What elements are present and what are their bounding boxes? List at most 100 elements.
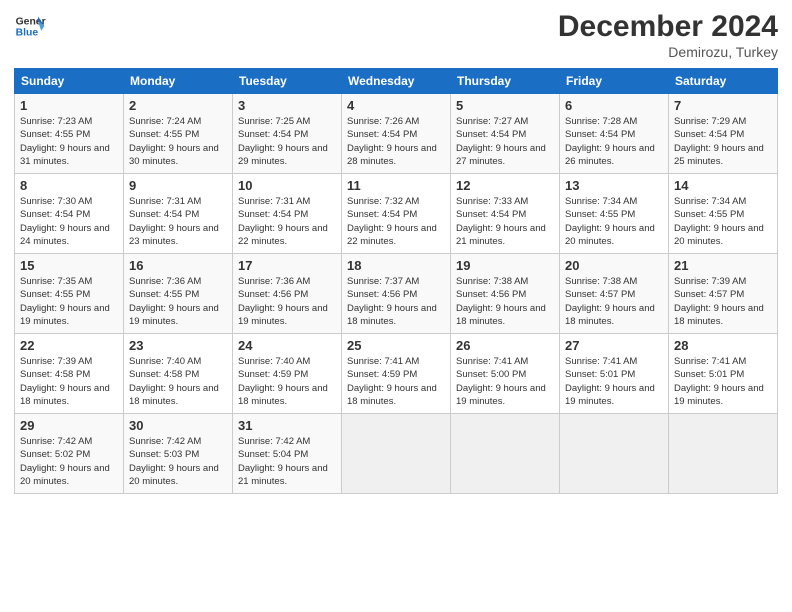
- table-row: 27 Sunrise: 7:41 AM Sunset: 5:01 PM Dayl…: [560, 334, 669, 414]
- table-row: 6 Sunrise: 7:28 AM Sunset: 4:54 PM Dayli…: [560, 94, 669, 174]
- day-number: 5: [456, 98, 554, 113]
- day-info: Sunrise: 7:34 AM Sunset: 4:55 PM Dayligh…: [565, 195, 663, 248]
- day-number: 22: [20, 338, 118, 353]
- day-info: Sunrise: 7:41 AM Sunset: 5:01 PM Dayligh…: [674, 355, 772, 408]
- day-info: Sunrise: 7:26 AM Sunset: 4:54 PM Dayligh…: [347, 115, 445, 168]
- table-row: 20 Sunrise: 7:38 AM Sunset: 4:57 PM Dayl…: [560, 254, 669, 334]
- day-info: Sunrise: 7:40 AM Sunset: 4:58 PM Dayligh…: [129, 355, 227, 408]
- table-row: 15 Sunrise: 7:35 AM Sunset: 4:55 PM Dayl…: [15, 254, 124, 334]
- col-friday: Friday: [560, 69, 669, 94]
- col-wednesday: Wednesday: [342, 69, 451, 94]
- day-info: Sunrise: 7:34 AM Sunset: 4:55 PM Dayligh…: [674, 195, 772, 248]
- logo: General Blue: [14, 10, 46, 42]
- calendar-week-row: 8 Sunrise: 7:30 AM Sunset: 4:54 PM Dayli…: [15, 174, 778, 254]
- day-number: 16: [129, 258, 227, 273]
- day-number: 27: [565, 338, 663, 353]
- day-number: 18: [347, 258, 445, 273]
- table-row: 3 Sunrise: 7:25 AM Sunset: 4:54 PM Dayli…: [233, 94, 342, 174]
- day-number: 29: [20, 418, 118, 433]
- month-title: December 2024: [558, 10, 778, 44]
- table-row: 17 Sunrise: 7:36 AM Sunset: 4:56 PM Dayl…: [233, 254, 342, 334]
- col-sunday: Sunday: [15, 69, 124, 94]
- day-info: Sunrise: 7:38 AM Sunset: 4:56 PM Dayligh…: [456, 275, 554, 328]
- day-info: Sunrise: 7:35 AM Sunset: 4:55 PM Dayligh…: [20, 275, 118, 328]
- table-row: 25 Sunrise: 7:41 AM Sunset: 4:59 PM Dayl…: [342, 334, 451, 414]
- day-number: 1: [20, 98, 118, 113]
- day-number: 7: [674, 98, 772, 113]
- day-number: 28: [674, 338, 772, 353]
- day-number: 10: [238, 178, 336, 193]
- calendar-table: Sunday Monday Tuesday Wednesday Thursday…: [14, 68, 778, 494]
- svg-text:Blue: Blue: [16, 28, 39, 39]
- day-info: Sunrise: 7:27 AM Sunset: 4:54 PM Dayligh…: [456, 115, 554, 168]
- day-number: 21: [674, 258, 772, 273]
- day-number: 6: [565, 98, 663, 113]
- table-row: 8 Sunrise: 7:30 AM Sunset: 4:54 PM Dayli…: [15, 174, 124, 254]
- day-info: Sunrise: 7:36 AM Sunset: 4:56 PM Dayligh…: [238, 275, 336, 328]
- day-info: Sunrise: 7:41 AM Sunset: 5:00 PM Dayligh…: [456, 355, 554, 408]
- calendar-week-row: 1 Sunrise: 7:23 AM Sunset: 4:55 PM Dayli…: [15, 94, 778, 174]
- day-number: 24: [238, 338, 336, 353]
- day-number: 31: [238, 418, 336, 433]
- table-row: [560, 414, 669, 494]
- table-row: 28 Sunrise: 7:41 AM Sunset: 5:01 PM Dayl…: [669, 334, 778, 414]
- day-info: Sunrise: 7:36 AM Sunset: 4:55 PM Dayligh…: [129, 275, 227, 328]
- day-info: Sunrise: 7:37 AM Sunset: 4:56 PM Dayligh…: [347, 275, 445, 328]
- col-monday: Monday: [124, 69, 233, 94]
- table-row: 7 Sunrise: 7:29 AM Sunset: 4:54 PM Dayli…: [669, 94, 778, 174]
- day-number: 25: [347, 338, 445, 353]
- table-row: 23 Sunrise: 7:40 AM Sunset: 4:58 PM Dayl…: [124, 334, 233, 414]
- table-row: 14 Sunrise: 7:34 AM Sunset: 4:55 PM Dayl…: [669, 174, 778, 254]
- table-row: [342, 414, 451, 494]
- main-container: General Blue December 2024 Demirozu, Tur…: [0, 0, 792, 504]
- day-info: Sunrise: 7:29 AM Sunset: 4:54 PM Dayligh…: [674, 115, 772, 168]
- day-info: Sunrise: 7:31 AM Sunset: 4:54 PM Dayligh…: [129, 195, 227, 248]
- table-row: 19 Sunrise: 7:38 AM Sunset: 4:56 PM Dayl…: [451, 254, 560, 334]
- day-info: Sunrise: 7:41 AM Sunset: 5:01 PM Dayligh…: [565, 355, 663, 408]
- table-row: 9 Sunrise: 7:31 AM Sunset: 4:54 PM Dayli…: [124, 174, 233, 254]
- day-number: 12: [456, 178, 554, 193]
- day-number: 19: [456, 258, 554, 273]
- logo-icon: General Blue: [14, 10, 46, 42]
- table-row: 4 Sunrise: 7:26 AM Sunset: 4:54 PM Dayli…: [342, 94, 451, 174]
- table-row: 26 Sunrise: 7:41 AM Sunset: 5:00 PM Dayl…: [451, 334, 560, 414]
- table-row: 2 Sunrise: 7:24 AM Sunset: 4:55 PM Dayli…: [124, 94, 233, 174]
- table-row: 29 Sunrise: 7:42 AM Sunset: 5:02 PM Dayl…: [15, 414, 124, 494]
- table-row: 31 Sunrise: 7:42 AM Sunset: 5:04 PM Dayl…: [233, 414, 342, 494]
- col-tuesday: Tuesday: [233, 69, 342, 94]
- calendar-week-row: 22 Sunrise: 7:39 AM Sunset: 4:58 PM Dayl…: [15, 334, 778, 414]
- table-row: 12 Sunrise: 7:33 AM Sunset: 4:54 PM Dayl…: [451, 174, 560, 254]
- calendar-week-row: 15 Sunrise: 7:35 AM Sunset: 4:55 PM Dayl…: [15, 254, 778, 334]
- day-info: Sunrise: 7:42 AM Sunset: 5:04 PM Dayligh…: [238, 435, 336, 488]
- day-info: Sunrise: 7:39 AM Sunset: 4:57 PM Dayligh…: [674, 275, 772, 328]
- day-info: Sunrise: 7:30 AM Sunset: 4:54 PM Dayligh…: [20, 195, 118, 248]
- calendar-header-row: Sunday Monday Tuesday Wednesday Thursday…: [15, 69, 778, 94]
- location: Demirozu, Turkey: [558, 44, 778, 60]
- table-row: 13 Sunrise: 7:34 AM Sunset: 4:55 PM Dayl…: [560, 174, 669, 254]
- day-info: Sunrise: 7:25 AM Sunset: 4:54 PM Dayligh…: [238, 115, 336, 168]
- table-row: 18 Sunrise: 7:37 AM Sunset: 4:56 PM Dayl…: [342, 254, 451, 334]
- table-row: 22 Sunrise: 7:39 AM Sunset: 4:58 PM Dayl…: [15, 334, 124, 414]
- table-row: 11 Sunrise: 7:32 AM Sunset: 4:54 PM Dayl…: [342, 174, 451, 254]
- header: General Blue December 2024 Demirozu, Tur…: [14, 10, 778, 60]
- day-info: Sunrise: 7:42 AM Sunset: 5:03 PM Dayligh…: [129, 435, 227, 488]
- day-info: Sunrise: 7:42 AM Sunset: 5:02 PM Dayligh…: [20, 435, 118, 488]
- table-row: 5 Sunrise: 7:27 AM Sunset: 4:54 PM Dayli…: [451, 94, 560, 174]
- col-saturday: Saturday: [669, 69, 778, 94]
- day-number: 8: [20, 178, 118, 193]
- calendar-week-row: 29 Sunrise: 7:42 AM Sunset: 5:02 PM Dayl…: [15, 414, 778, 494]
- table-row: [451, 414, 560, 494]
- day-number: 17: [238, 258, 336, 273]
- day-number: 20: [565, 258, 663, 273]
- day-info: Sunrise: 7:39 AM Sunset: 4:58 PM Dayligh…: [20, 355, 118, 408]
- day-number: 26: [456, 338, 554, 353]
- day-number: 13: [565, 178, 663, 193]
- table-row: 30 Sunrise: 7:42 AM Sunset: 5:03 PM Dayl…: [124, 414, 233, 494]
- table-row: 21 Sunrise: 7:39 AM Sunset: 4:57 PM Dayl…: [669, 254, 778, 334]
- day-info: Sunrise: 7:40 AM Sunset: 4:59 PM Dayligh…: [238, 355, 336, 408]
- day-number: 2: [129, 98, 227, 113]
- day-number: 14: [674, 178, 772, 193]
- day-info: Sunrise: 7:32 AM Sunset: 4:54 PM Dayligh…: [347, 195, 445, 248]
- table-row: 16 Sunrise: 7:36 AM Sunset: 4:55 PM Dayl…: [124, 254, 233, 334]
- day-number: 30: [129, 418, 227, 433]
